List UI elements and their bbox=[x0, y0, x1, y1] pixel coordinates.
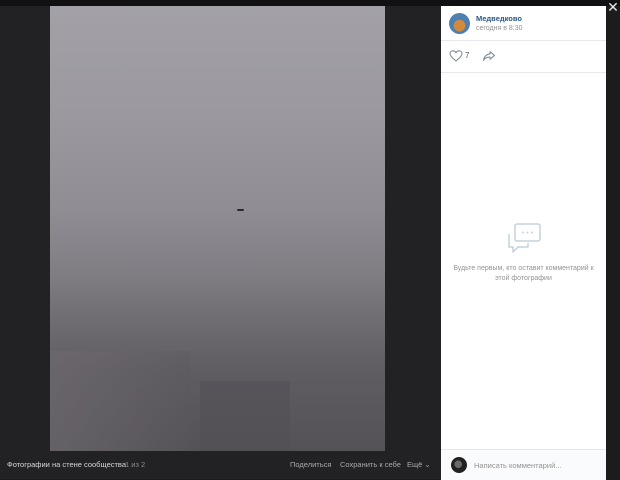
comment-bubble-icon bbox=[508, 223, 541, 253]
photo[interactable] bbox=[50, 6, 385, 451]
share-button[interactable]: Поделиться bbox=[290, 460, 331, 469]
like-count: 7 bbox=[465, 51, 470, 60]
post-actions: 7 bbox=[441, 41, 606, 73]
album-link[interactable]: Фотографии на стене сообщества bbox=[7, 460, 126, 469]
photo-counter: 1 из 2 bbox=[125, 460, 146, 469]
post-header: Медведково сегодня в 8:30 bbox=[441, 6, 606, 41]
post-date: сегодня в 8:30 bbox=[476, 25, 523, 32]
heart-icon[interactable] bbox=[449, 50, 463, 62]
photo-building-center bbox=[200, 381, 290, 451]
current-user-avatar bbox=[451, 457, 467, 473]
more-button[interactable]: Ещё ⌄ bbox=[407, 460, 431, 469]
photo-building-left bbox=[50, 351, 190, 451]
viewer-bottom-bar: Фотографии на стене сообщества 1 из 2 По… bbox=[0, 451, 441, 479]
share-arrow-icon[interactable] bbox=[482, 50, 496, 62]
close-icon[interactable]: ✕ bbox=[606, 0, 620, 16]
empty-comments-text: Будьте первым, кто оставит комментарий к… bbox=[453, 265, 594, 282]
comment-composer bbox=[441, 449, 606, 480]
side-panel: Медведково сегодня в 8:30 7 Будьте первы… bbox=[441, 6, 606, 480]
comment-input[interactable] bbox=[474, 458, 599, 472]
author-avatar[interactable] bbox=[449, 13, 470, 34]
author-name[interactable]: Медведково bbox=[476, 14, 522, 23]
save-button[interactable]: Сохранить к себе bbox=[340, 460, 401, 469]
photo-bird bbox=[237, 209, 244, 211]
